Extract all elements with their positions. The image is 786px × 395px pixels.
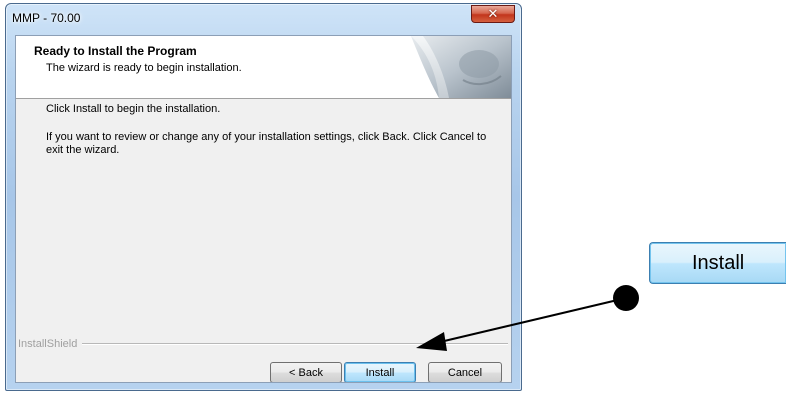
back-button[interactable]: < Back (270, 362, 342, 382)
wizard-header-graphic (411, 36, 511, 98)
close-button[interactable]: ✕ (471, 5, 515, 23)
callout-dot-icon (613, 285, 639, 311)
installshield-separator: InstallShield (18, 338, 508, 350)
installer-window: MMP - 70.00 ✕ Ready to Install the Progr… (5, 3, 522, 391)
review-text: If you want to review or change any of y… (46, 131, 487, 156)
title-bar[interactable]: MMP - 70.00 ✕ (6, 4, 521, 34)
separator-line (82, 343, 508, 345)
instruction-text: Click Install to begin the installation. (46, 103, 221, 115)
wizard-client-area: Ready to Install the Program The wizard … (15, 35, 512, 383)
cancel-button[interactable]: Cancel (428, 362, 502, 382)
close-icon: ✕ (487, 6, 499, 22)
brand-label: InstallShield (18, 338, 78, 350)
window-title: MMP - 70.00 (12, 11, 81, 25)
page-subtitle: The wizard is ready to begin installatio… (46, 62, 242, 74)
page-title: Ready to Install the Program (34, 44, 197, 58)
callout-install-button: Install (649, 242, 786, 284)
install-button[interactable]: Install (344, 362, 416, 382)
wizard-header: Ready to Install the Program The wizard … (16, 36, 511, 99)
